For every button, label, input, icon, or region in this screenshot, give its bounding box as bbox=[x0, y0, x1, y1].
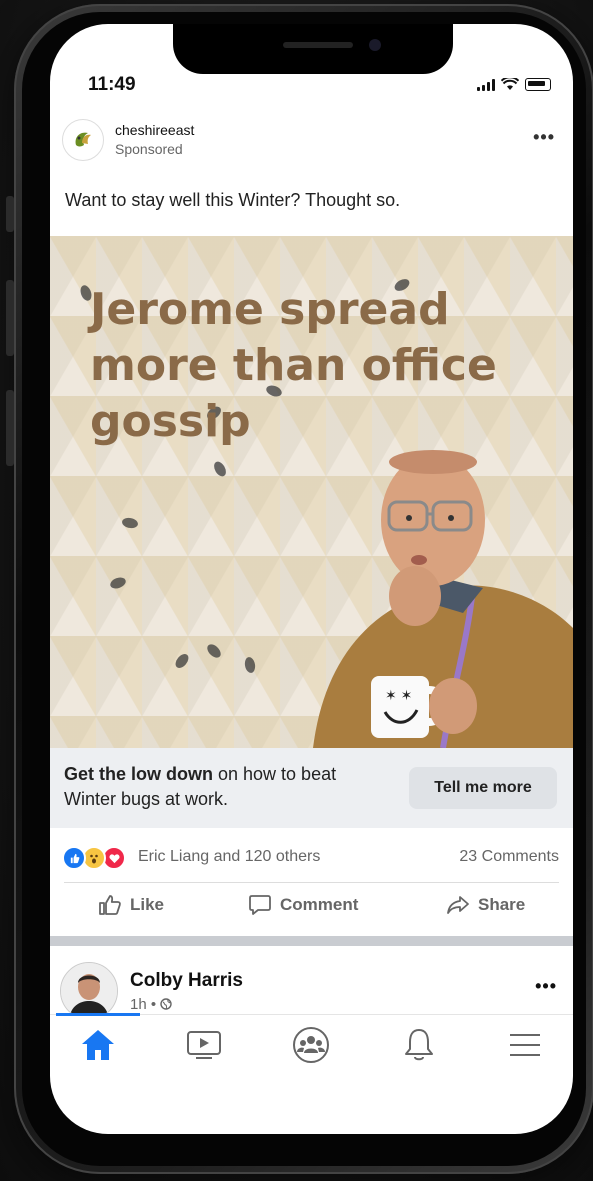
notch bbox=[173, 24, 453, 74]
bottom-nav bbox=[50, 1013, 573, 1075]
reactions-summary[interactable]: Eric Liang and 120 others bbox=[138, 848, 320, 866]
like-icon bbox=[99, 895, 121, 915]
bug-icon bbox=[121, 516, 139, 530]
user-avatar[interactable] bbox=[60, 962, 118, 1020]
share-button[interactable]: Share bbox=[446, 894, 525, 916]
status-icons bbox=[477, 78, 551, 91]
mute-switch bbox=[6, 196, 14, 232]
front-camera bbox=[369, 39, 381, 51]
next-post-more-button[interactable]: ••• bbox=[535, 976, 557, 997]
nav-notifications[interactable] bbox=[399, 1025, 439, 1065]
battery-icon bbox=[525, 78, 551, 91]
volume-up-button bbox=[6, 280, 14, 356]
cta-text-bold: Get the low down bbox=[64, 764, 213, 784]
like-reaction-icon bbox=[62, 846, 86, 870]
post-text: Want to stay well this Winter? Thought s… bbox=[65, 190, 401, 210]
reactions-row: Eric Liang and 120 others 23 Comments bbox=[50, 842, 573, 874]
post-header: cheshireeast Sponsored ••• bbox=[50, 119, 573, 179]
bug-icon bbox=[173, 651, 191, 671]
nav-groups[interactable] bbox=[291, 1025, 331, 1065]
nav-video[interactable] bbox=[184, 1025, 224, 1065]
page-name[interactable]: cheshireeast bbox=[115, 122, 194, 138]
post-time: 1h • bbox=[130, 996, 161, 1013]
like-button[interactable]: Like bbox=[98, 894, 164, 916]
bug-icon bbox=[204, 641, 224, 661]
person-with-mug-illustration: ✶ ✶ bbox=[313, 450, 573, 748]
like-label: Like bbox=[130, 895, 165, 914]
cta-bar[interactable]: Get the low down on how to beat Winter b… bbox=[50, 748, 573, 828]
ad-image[interactable]: Jerome spread more than office gossip ✶ … bbox=[50, 236, 573, 748]
comment-icon bbox=[249, 895, 271, 915]
next-post-header: Colby Harris 1h • ••• bbox=[50, 956, 573, 1020]
share-label: Share bbox=[478, 895, 526, 914]
feed-separator bbox=[50, 936, 573, 946]
svg-text:✶ ✶: ✶ ✶ bbox=[385, 687, 412, 703]
menu-icon bbox=[510, 1034, 540, 1056]
speaker bbox=[283, 42, 353, 48]
phone-screen: 11:49 cheshireeast Sponsored ••• Want to bbox=[50, 24, 573, 1134]
cheshireeast-logo bbox=[75, 132, 91, 147]
signal-icon bbox=[477, 79, 495, 91]
tell-me-more-button[interactable]: Tell me more bbox=[409, 767, 557, 809]
comments-count[interactable]: 23 Comments bbox=[459, 848, 559, 866]
bug-icon bbox=[108, 575, 128, 591]
bug-icon bbox=[243, 656, 257, 674]
home-icon bbox=[82, 1030, 114, 1060]
reaction-icons[interactable] bbox=[62, 846, 126, 870]
user-name[interactable]: Colby Harris bbox=[130, 970, 243, 992]
divider bbox=[64, 882, 559, 883]
globe-icon bbox=[160, 998, 172, 1010]
video-icon bbox=[187, 1031, 221, 1059]
post-more-button[interactable]: ••• bbox=[533, 127, 555, 148]
groups-icon bbox=[293, 1027, 329, 1063]
nav-menu[interactable] bbox=[505, 1025, 545, 1065]
bug-icon bbox=[211, 459, 229, 479]
ad-headline: Jerome spread more than office gossip bbox=[90, 284, 497, 447]
comment-button[interactable]: Comment bbox=[248, 894, 358, 916]
status-bar: 11:49 bbox=[50, 72, 573, 102]
post-actions: Like Comment Share bbox=[50, 894, 573, 934]
nav-home[interactable] bbox=[78, 1025, 118, 1065]
wifi-icon bbox=[501, 78, 519, 90]
status-time: 11:49 bbox=[88, 74, 136, 95]
bell-icon bbox=[405, 1029, 433, 1061]
share-icon bbox=[447, 896, 469, 914]
nav-active-indicator bbox=[56, 1013, 140, 1016]
sponsored-label: Sponsored bbox=[115, 141, 183, 157]
post-meta: 1h • bbox=[130, 996, 172, 1013]
cta-text: Get the low down on how to beat Winter b… bbox=[64, 762, 364, 812]
page-avatar[interactable] bbox=[62, 119, 104, 161]
volume-down-button bbox=[6, 390, 14, 466]
comment-label: Comment bbox=[280, 895, 359, 914]
